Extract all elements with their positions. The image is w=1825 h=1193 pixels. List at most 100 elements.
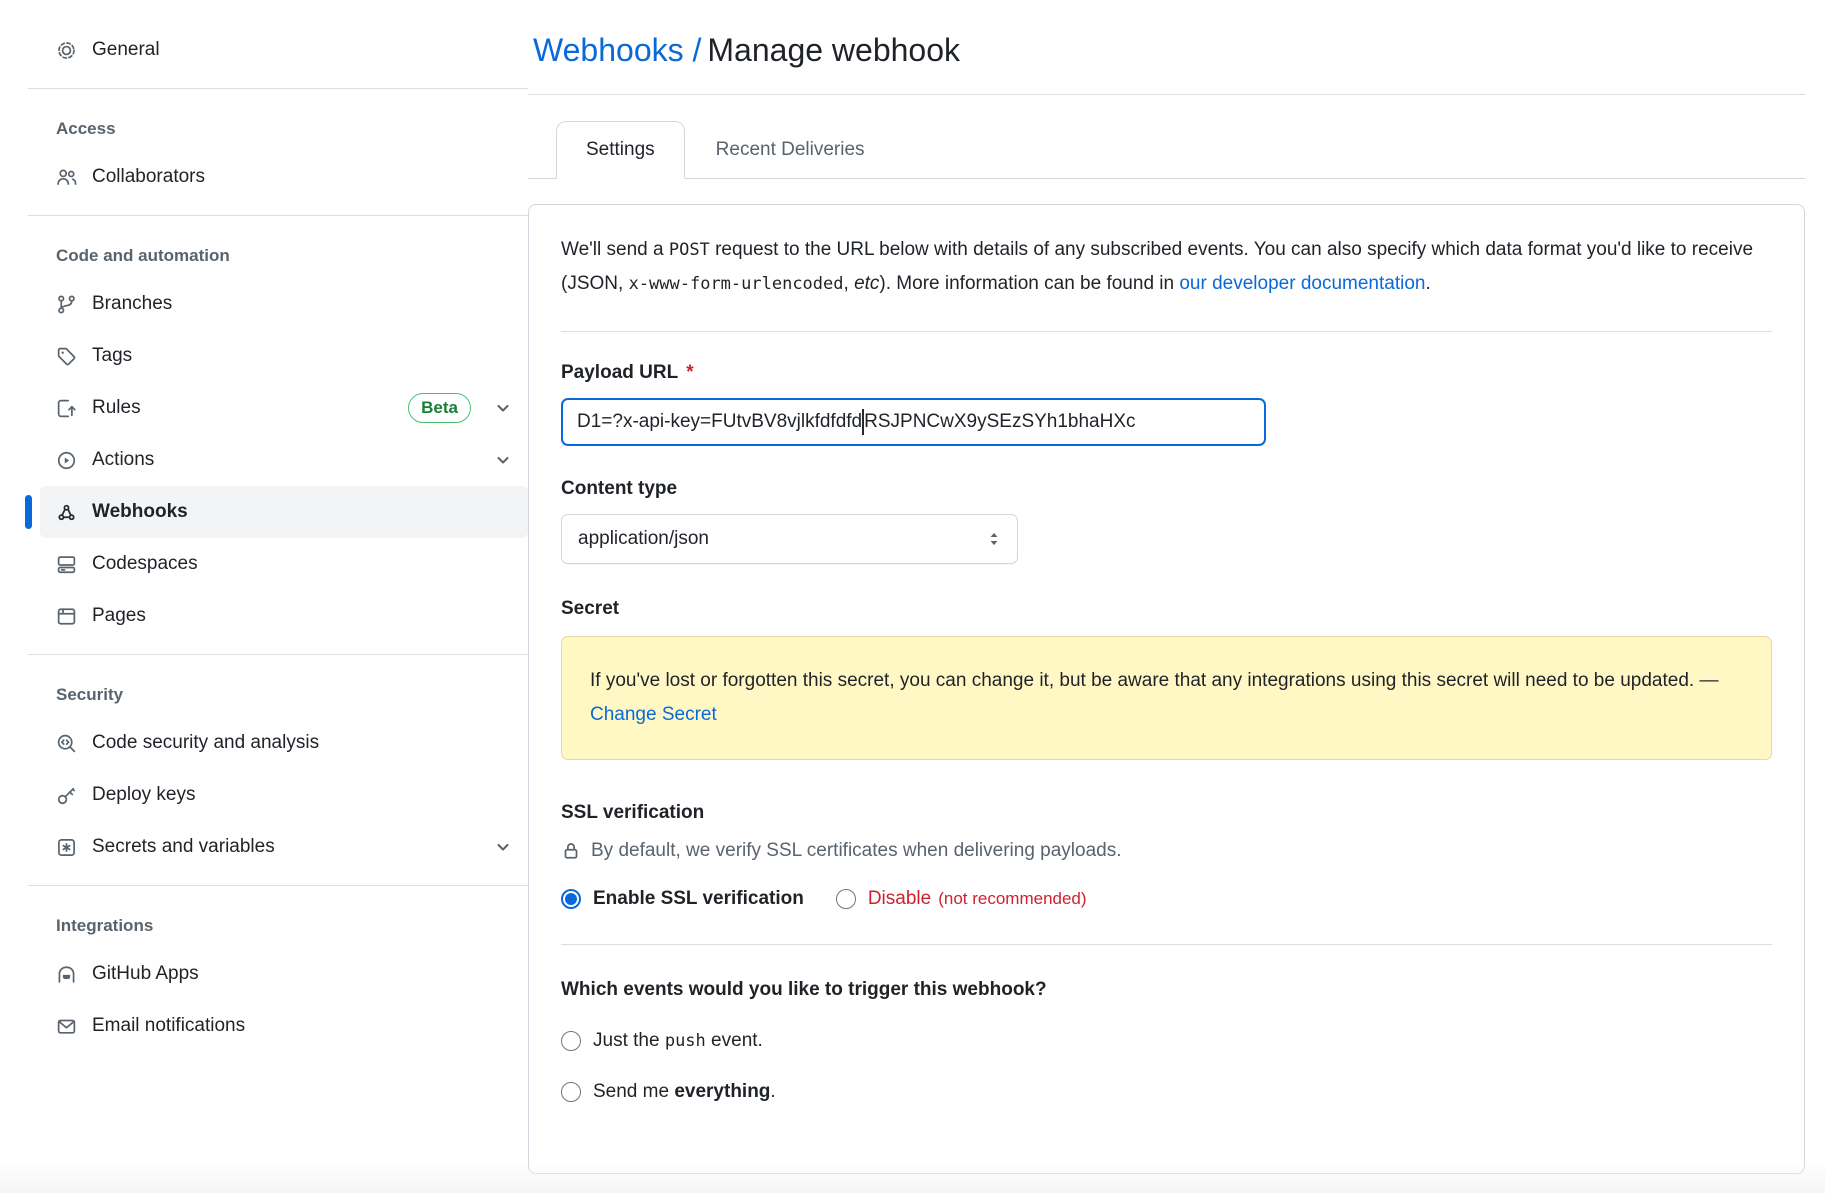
secret-warning-box: If you've lost or forgotten this secret,…: [561, 636, 1772, 760]
sidebar-item-code-security[interactable]: Code security and analysis: [40, 717, 528, 769]
key-icon: [56, 785, 77, 806]
tabnav: Settings Recent Deliveries: [528, 121, 1805, 179]
content-type-selected-value: application/json: [578, 528, 709, 550]
sidebar-item-label: Webhooks: [92, 501, 188, 523]
enable-ssl-label: Enable SSL verification: [593, 888, 804, 910]
etc-italic: etc: [854, 273, 879, 294]
send-everything-text: Send me: [593, 1081, 674, 1102]
beta-badge: Beta: [408, 393, 471, 423]
settings-sidebar: General Access Collaborators Code and au…: [0, 14, 528, 1174]
intro-text: ,: [844, 273, 855, 294]
page-title: Webhooks /Manage webhook: [533, 32, 1805, 69]
sidebar-item-webhooks[interactable]: Webhooks: [40, 486, 528, 538]
chevron-down-icon: [494, 838, 512, 856]
ssl-verification-heading: SSL verification: [561, 802, 1772, 824]
git-branch-icon: [56, 294, 77, 315]
sidebar-item-label: Tags: [92, 345, 132, 367]
page-title-text: Manage webhook: [707, 32, 960, 68]
ssl-note-text: By default, we verify SSL certificates w…: [591, 840, 1122, 862]
tab-settings[interactable]: Settings: [556, 121, 685, 179]
disable-ssl-radio[interactable]: [836, 889, 856, 909]
sidebar-item-label: Pages: [92, 605, 146, 627]
sidebar-item-pages[interactable]: Pages: [40, 590, 528, 642]
breadcrumb-webhooks-link[interactable]: Webhooks /: [533, 32, 701, 68]
just-push-text-end: event.: [706, 1030, 763, 1051]
sidebar-section-header-access: Access: [56, 119, 528, 139]
sidebar-divider: [28, 654, 528, 655]
intro-paragraph: We'll send a POST request to the URL bel…: [561, 233, 1772, 301]
sidebar-item-email-notifications[interactable]: Email notifications: [40, 1000, 528, 1052]
disable-ssl-label: Disable: [868, 888, 931, 910]
payload-url-label: Payload URL *: [561, 362, 1772, 384]
sidebar-item-label: Code security and analysis: [92, 732, 319, 754]
sidebar-item-general[interactable]: General: [40, 24, 528, 76]
sidebar-item-deploy-keys[interactable]: Deploy keys: [40, 769, 528, 821]
event-option-everything: Send me everything.: [561, 1081, 1772, 1103]
sidebar-section-header-code-automation: Code and automation: [56, 246, 528, 266]
sidebar-item-label: Deploy keys: [92, 784, 196, 806]
just-push-label: Just the push event.: [593, 1030, 763, 1052]
sidebar-divider: [28, 885, 528, 886]
chevron-down-icon: [494, 399, 512, 417]
send-everything-radio[interactable]: [561, 1082, 581, 1102]
sidebar-item-tags[interactable]: Tags: [40, 330, 528, 382]
lock-icon: [561, 841, 581, 861]
sidebar-divider: [28, 88, 528, 89]
mail-icon: [56, 1016, 77, 1037]
sidebar-item-label: Email notifications: [92, 1015, 245, 1037]
sidebar-item-label: Branches: [92, 293, 172, 315]
intro-text: We'll send a: [561, 239, 669, 260]
title-divider: [528, 94, 1805, 95]
sidebar-item-collaborators[interactable]: Collaborators: [40, 151, 528, 203]
panel-divider: [561, 331, 1772, 332]
required-asterisk: *: [686, 362, 693, 384]
code-scan-icon: [56, 733, 77, 754]
sidebar-item-secrets-variables[interactable]: Secrets and variables: [40, 821, 528, 873]
everything-bold: everything: [674, 1081, 770, 1102]
urlencoded-code: x-www-form-urlencoded: [629, 274, 844, 294]
sidebar-item-label: GitHub Apps: [92, 963, 199, 985]
tab-recent-deliveries[interactable]: Recent Deliveries: [687, 122, 894, 178]
sidebar-item-github-apps[interactable]: GitHub Apps: [40, 948, 528, 1000]
browser-icon: [56, 606, 77, 627]
sidebar-item-label: General: [92, 39, 160, 61]
people-icon: [56, 167, 77, 188]
sidebar-item-actions[interactable]: Actions: [40, 434, 528, 486]
select-updown-icon: [985, 530, 1003, 548]
event-option-push: Just the push event.: [561, 1030, 1772, 1052]
content-type-select[interactable]: application/json: [561, 514, 1018, 564]
sidebar-item-codespaces[interactable]: Codespaces: [40, 538, 528, 590]
gear-icon: [56, 40, 77, 61]
sidebar-item-rules[interactable]: Rules Beta: [40, 382, 528, 434]
change-secret-link[interactable]: Change Secret: [590, 704, 717, 725]
push-code: push: [665, 1031, 706, 1051]
ssl-radio-group: Enable SSL verification Disable (not rec…: [561, 888, 1772, 910]
payload-url-input[interactable]: D1=?x-api-key=FUtvBV8vjlkfdfdfdRSJPNCwX9…: [561, 398, 1266, 446]
rules-icon: [56, 398, 77, 419]
just-push-text: Just the: [593, 1030, 665, 1051]
settings-page: General Access Collaborators Code and au…: [0, 0, 1825, 1174]
just-push-radio[interactable]: [561, 1031, 581, 1051]
intro-text: .: [1425, 273, 1430, 294]
sidebar-item-label: Collaborators: [92, 166, 205, 188]
enable-ssl-radio[interactable]: [561, 889, 581, 909]
codespaces-icon: [56, 554, 77, 575]
sidebar-item-branches[interactable]: Branches: [40, 278, 528, 330]
secrets-icon: [56, 837, 77, 858]
sidebar-item-label: Actions: [92, 449, 154, 471]
main-content: Webhooks /Manage webhook Settings Recent…: [528, 14, 1825, 1174]
payload-url-value-before-cursor: D1=?x-api-key=FUtvBV8vjlkfdfdfd: [577, 411, 862, 433]
sidebar-section-header-integrations: Integrations: [56, 916, 528, 936]
secret-warning-text: If you've lost or forgotten this secret,…: [590, 670, 1718, 691]
payload-url-label-text: Payload URL: [561, 362, 678, 384]
disable-ssl-note: (not recommended): [938, 889, 1086, 909]
events-heading: Which events would you like to trigger t…: [561, 979, 1772, 1001]
developer-docs-link[interactable]: our developer documentation: [1179, 273, 1425, 294]
sidebar-divider: [28, 215, 528, 216]
tag-icon: [56, 346, 77, 367]
post-code: POST: [669, 240, 710, 260]
send-everything-text-end: .: [770, 1081, 775, 1102]
ssl-note: By default, we verify SSL certificates w…: [561, 840, 1772, 862]
sidebar-item-label: Rules: [92, 397, 141, 419]
sidebar-item-label: Codespaces: [92, 553, 198, 575]
